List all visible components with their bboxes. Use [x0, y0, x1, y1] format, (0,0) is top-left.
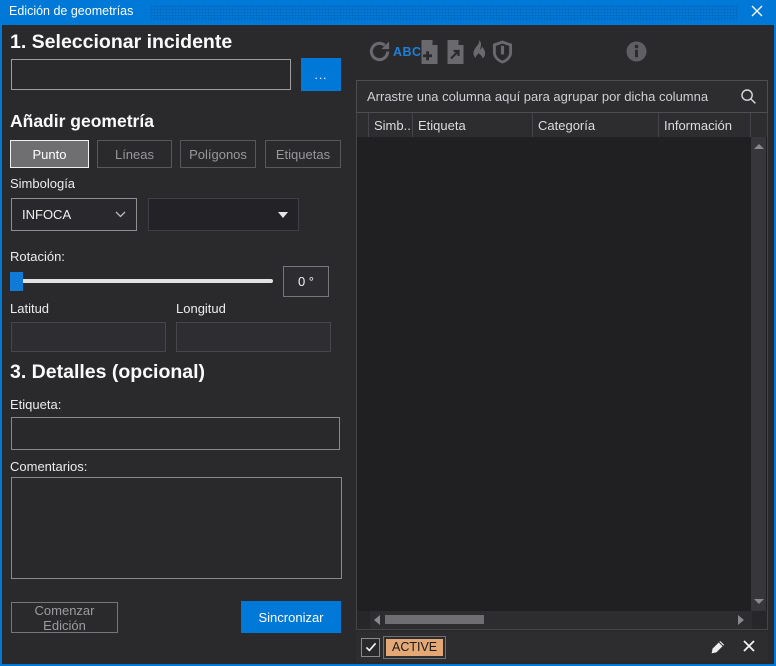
geometry-type-poligonos-button[interactable]: Polígonos — [180, 140, 256, 168]
chevron-down-icon — [115, 211, 126, 218]
geometry-type-lineas-button[interactable]: Líneas — [97, 140, 172, 168]
rotation-label: Rotación: — [10, 249, 65, 264]
longitude-input[interactable] — [176, 322, 331, 352]
titlebar-texture — [150, 5, 738, 21]
close-icon — [751, 4, 763, 22]
scroll-down-icon[interactable] — [754, 599, 764, 604]
section-add-geometry-title: Añadir geometría — [10, 111, 154, 132]
group-by-bar[interactable]: Arrastre una columna aquí para agrupar p… — [356, 80, 768, 113]
column-header-categoria[interactable]: Categoría — [533, 113, 659, 137]
row-indicator-header — [357, 113, 369, 137]
scroll-up-icon[interactable] — [754, 144, 764, 149]
edit-filter-pencil-icon[interactable] — [710, 639, 726, 655]
scrollbar-corner-right — [752, 611, 767, 629]
export-file-icon[interactable] — [445, 40, 466, 69]
scrollbar-corner-left — [357, 611, 370, 629]
refresh-icon[interactable] — [368, 40, 391, 68]
table-header-row: Simb... Etiqueta Categoría Información — [356, 113, 768, 137]
symbology-select-value: INFOCA — [22, 207, 71, 222]
sync-button[interactable]: Sincronizar — [241, 601, 341, 633]
comentarios-textarea[interactable] — [11, 477, 342, 579]
scroll-right-icon[interactable] — [738, 615, 744, 625]
symbology-select[interactable]: INFOCA — [11, 198, 137, 231]
active-status-badge: ACTIVE — [386, 639, 443, 656]
group-by-hint: Arrastre una columna aquí para agrupar p… — [367, 89, 708, 104]
search-icon[interactable] — [740, 88, 757, 105]
column-header-etiqueta[interactable]: Etiqueta — [413, 113, 533, 137]
latitude-input[interactable] — [11, 322, 166, 352]
start-edit-button[interactable]: Comenzar Edición — [11, 602, 118, 633]
scroll-left-icon[interactable] — [374, 615, 380, 625]
grid-status-bar: ACTIVE — [356, 632, 768, 662]
browse-incident-button[interactable]: ... — [301, 58, 341, 91]
active-filter-cell[interactable]: ACTIVE — [383, 636, 446, 659]
column-header-simbolo[interactable]: Simb... — [369, 113, 413, 137]
checkmark-icon — [365, 639, 377, 657]
vertical-scrollbar[interactable] — [751, 137, 766, 611]
rotation-slider-thumb[interactable] — [10, 272, 23, 291]
active-filter-checkbox[interactable] — [361, 638, 380, 657]
close-window-button[interactable] — [746, 2, 768, 23]
etiqueta-label: Etiqueta: — [10, 397, 61, 412]
add-file-icon[interactable] — [419, 40, 440, 69]
abc-rename-tool[interactable]: ABC — [393, 45, 422, 59]
rotation-value: 0 ° — [283, 266, 329, 297]
triangle-down-icon — [278, 212, 288, 218]
rotation-slider-track[interactable] — [11, 279, 273, 283]
column-header-informacion[interactable]: Información — [659, 113, 751, 137]
section-select-incident-title: 1. Seleccionar incidente — [10, 31, 232, 54]
longitude-label: Longitud — [176, 301, 226, 316]
horizontal-scrollbar-thumb[interactable] — [385, 615, 484, 624]
table-body[interactable] — [356, 137, 768, 611]
comentarios-label: Comentarios: — [10, 459, 87, 474]
title-bar[interactable]: Edición de geometrías — [0, 0, 776, 25]
latitude-label: Latitud — [10, 301, 49, 316]
shield-icon[interactable] — [492, 40, 513, 69]
geometry-type-punto-button[interactable]: Punto — [10, 140, 89, 168]
symbol-select[interactable] — [148, 198, 299, 231]
clear-filter-x-icon[interactable] — [742, 639, 756, 653]
etiqueta-input[interactable] — [11, 417, 340, 450]
section-details-title: 3. Detalles (opcional) — [10, 361, 205, 384]
symbology-label: Simbología — [10, 176, 75, 191]
window-title: Edición de geometrías — [9, 4, 133, 18]
horizontal-scrollbar[interactable] — [356, 611, 768, 630]
geometry-type-etiquetas-button[interactable]: Etiquetas — [265, 140, 341, 168]
flame-icon[interactable] — [469, 40, 489, 69]
geometry-edit-dialog: Edición de geometrías 1. Seleccionar inc… — [0, 0, 776, 666]
info-icon[interactable] — [626, 41, 647, 67]
incident-input[interactable] — [11, 59, 291, 90]
column-header-filler — [751, 113, 767, 137]
